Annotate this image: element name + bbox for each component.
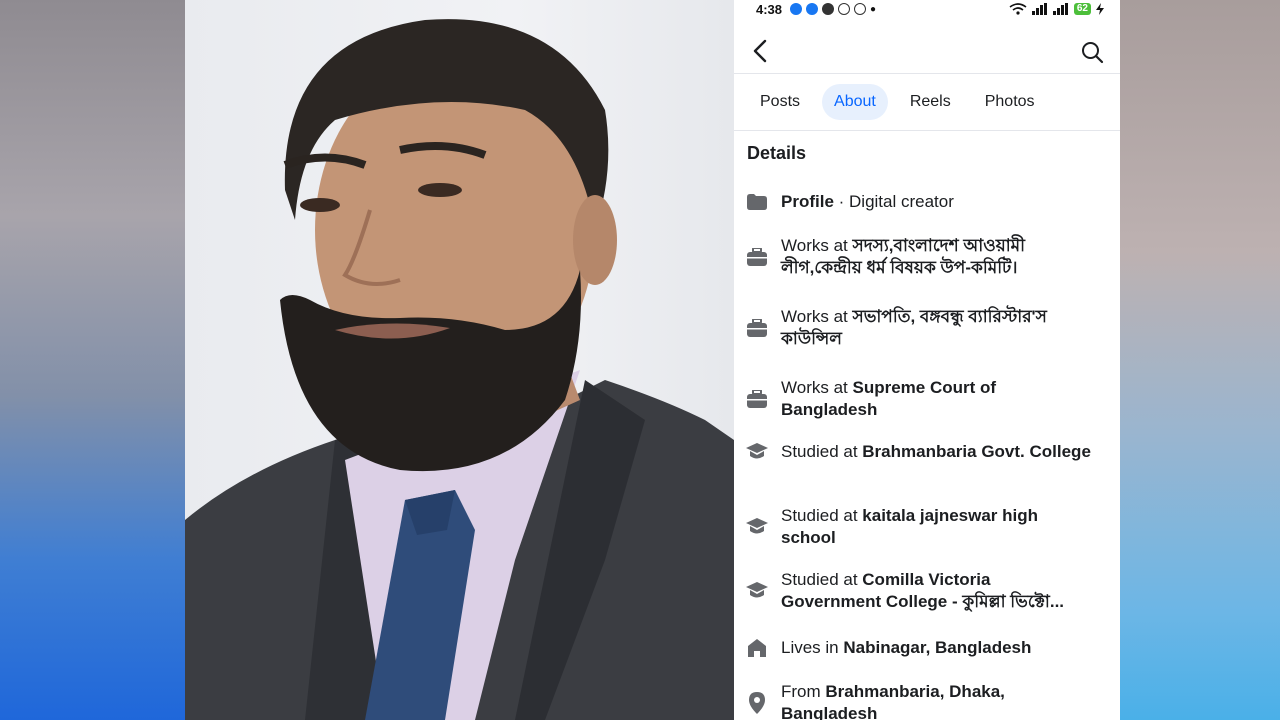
chevron-left-icon[interactable] [750,38,772,64]
person-icon [822,3,835,15]
detail-value[interactable]: Nabinagar, Bangladesh [843,638,1031,657]
section-title: Details [747,143,807,163]
detail-row-education: Studied at Brahmanbaria Govt. College [746,441,1116,463]
notification-icons: ● [790,3,876,15]
detail-row-profile: Profile · Digital creator [746,191,1116,213]
detail-suffix: · Digital creator [833,192,954,212]
detail-prefix: From [781,682,826,701]
tab-about[interactable]: About [822,84,888,120]
graduation-cap-icon [746,516,768,538]
detail-row-lives: Lives in Nabinagar, Bangladesh [746,637,1116,659]
detail-prefix: Works at [781,378,853,397]
facebook-icon [806,3,819,15]
profile-tabs: Posts About Reels Photos [734,74,1120,131]
profile-photo [185,0,734,720]
facebook-icon [790,3,803,15]
briefcase-icon [746,388,768,410]
detail-prefix: Lives in [781,638,844,658]
status-bar: 4:38 ● 62 [734,0,1120,18]
signal-icon [1052,3,1068,15]
search-icon[interactable] [1080,40,1104,64]
profile-icon [746,191,768,213]
detail-row-education: Studied at Comilla Victoria Government C… [746,569,1116,612]
charging-icon [1096,3,1104,15]
background-left [0,0,185,720]
tab-reels[interactable]: Reels [898,84,963,120]
phone-screen: 4:38 ● 62 Posts About Reels Photos Detai… [734,0,1120,720]
background-right [1120,0,1280,720]
home-icon [746,637,768,659]
detail-row-work: Works at সদস্য,বাংলাদেশ আওয়ামী লীগ,কেন্… [746,235,1116,278]
detail-row-education: Studied at kaitala jajneswar high school [746,505,1116,548]
graduation-cap-icon [746,441,768,463]
detail-prefix: Works at [781,307,853,326]
system-icons: 62 [1009,3,1104,15]
detail-prefix: Studied at [781,506,863,525]
more-dot-icon: ● [870,3,877,15]
top-bar [734,28,1120,74]
detail-prefix: Studied at [781,442,863,462]
wifi-icon [1009,3,1027,15]
detail-row-from: From Brahmanbaria, Dhaka, Bangladesh [746,681,1116,720]
battery-indicator: 62 [1073,3,1091,15]
detail-row-work: Works at Supreme Court of Bangladesh [746,377,1116,420]
detail-value[interactable]: Brahmanbaria Govt. College [862,442,1091,461]
detail-prefix: Works at [781,236,853,255]
detail-value: Profile [781,192,834,212]
status-time: 4:38 [756,1,783,17]
tab-photos[interactable]: Photos [973,84,1047,120]
briefcase-icon [746,317,768,339]
messenger-icon [838,3,851,15]
briefcase-icon [746,246,768,268]
detail-row-work: Works at সভাপতি, বঙ্গবন্ধু ব্যারিস্টার'স… [746,306,1116,349]
graduation-cap-icon [746,580,768,602]
location-pin-icon [746,691,768,714]
tab-posts[interactable]: Posts [748,84,812,120]
detail-prefix: Studied at [781,570,863,589]
sync-icon [854,3,867,15]
signal-icon [1031,3,1047,15]
